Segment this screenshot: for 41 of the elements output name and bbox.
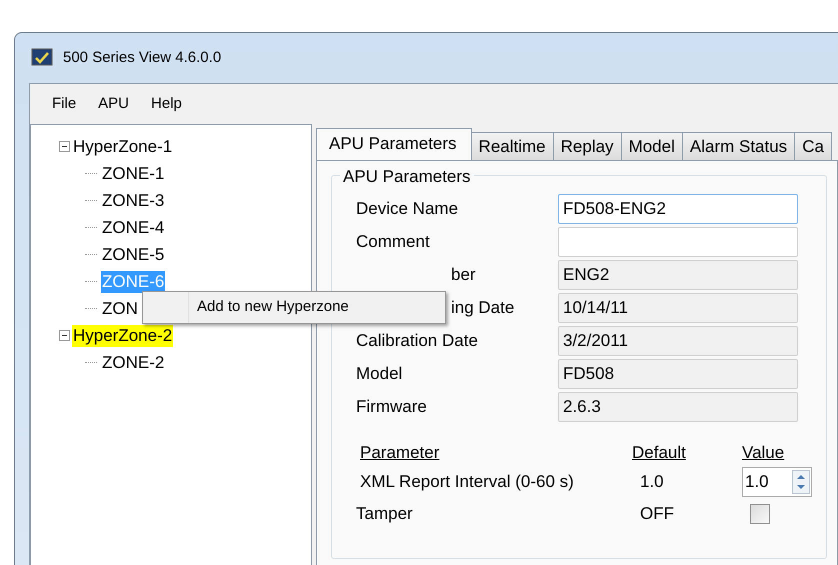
field-label: Firmware [356, 396, 428, 418]
tab[interactable]: Realtime [470, 132, 554, 160]
parameter-name: XML Report Interval (0-60 s) [359, 471, 575, 494]
tree-item[interactable]: ZON [101, 298, 139, 320]
field-label: Calibration Date [356, 330, 479, 352]
context-menu-item[interactable]: Add to new Hyperzone [189, 296, 349, 319]
tree-item[interactable]: ZONE-3 [101, 190, 166, 212]
menu-item[interactable]: File [52, 92, 76, 116]
menu-item[interactable]: Help [151, 92, 182, 116]
field-label: ber [450, 264, 477, 286]
spin-field[interactable]: 1.0 [742, 467, 812, 497]
column-header: Default [632, 442, 687, 464]
spinner-arrows-icon[interactable] [792, 470, 810, 494]
collapse-icon[interactable] [59, 141, 70, 152]
tab[interactable]: Ca [794, 132, 832, 160]
tree-item[interactable]: HyperZone-2 [72, 324, 174, 346]
parameter-name: Tamper [356, 503, 414, 526]
column-header: Parameter [359, 442, 440, 464]
tree-item[interactable]: ZONE-1 [101, 162, 166, 184]
window-title: 500 Series View 4.6.0.0 [63, 48, 222, 68]
default-value: 1.0 [639, 471, 665, 494]
collapse-icon[interactable] [59, 330, 70, 341]
checkbox[interactable] [750, 504, 770, 524]
column-header: Value [742, 442, 784, 464]
tree-item[interactable]: ZONE-5 [101, 244, 166, 266]
field-label: Model [356, 363, 404, 386]
text-field[interactable]: FD508-ENG2 [558, 194, 798, 224]
tree-item[interactable]: HyperZone-1 [72, 136, 174, 158]
tree-item[interactable]: ZONE-4 [101, 216, 166, 238]
default-value: OFF [639, 503, 675, 526]
field-label: ing Date [450, 297, 516, 320]
tab[interactable]: Model [620, 132, 683, 160]
tab[interactable]: Alarm Status [682, 132, 796, 160]
field-label: Device Name [356, 198, 460, 220]
text-field[interactable] [558, 227, 798, 257]
app-logo-icon [31, 48, 55, 68]
tab[interactable]: Replay [552, 132, 622, 160]
tree-item[interactable]: ZONE-2 [101, 352, 166, 374]
tab[interactable]: APU Parameters [316, 128, 472, 160]
field-label: Comment [356, 231, 431, 254]
menu-item[interactable]: APU [98, 92, 130, 116]
